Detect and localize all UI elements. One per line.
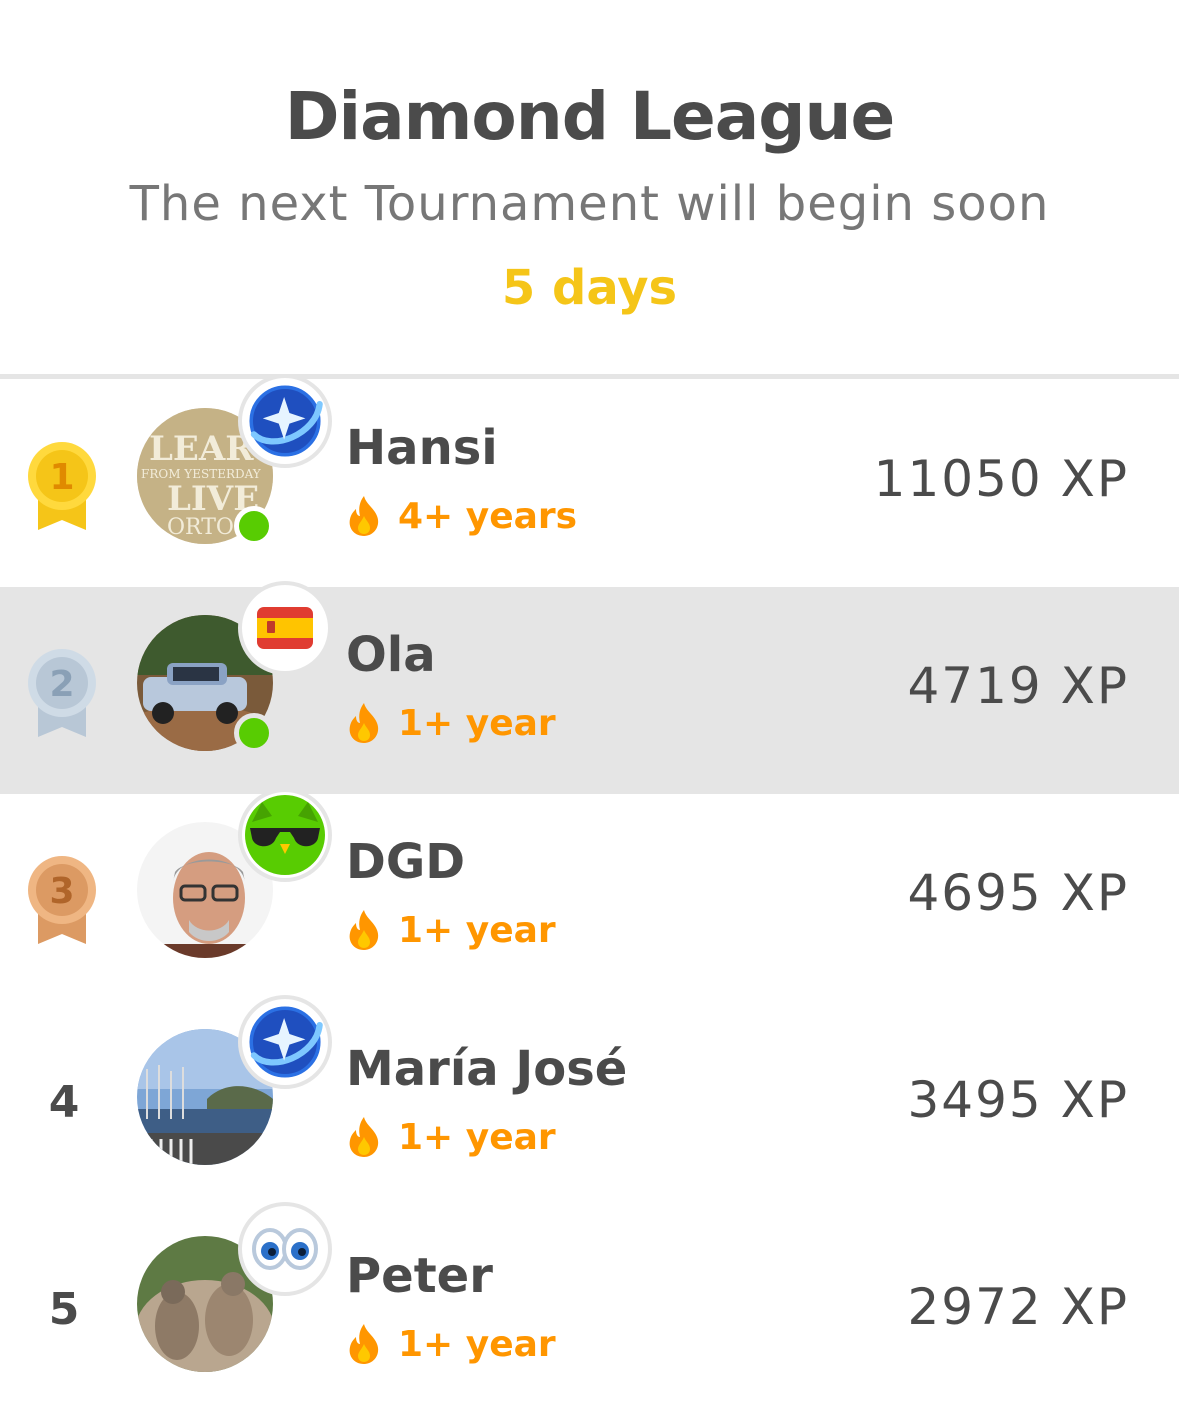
streak-label: 1+ year <box>398 909 556 951</box>
xp-value: 11050 XP <box>873 450 1129 508</box>
countdown-label: 5 days <box>501 260 678 316</box>
gold-medal-icon: 1 <box>28 442 96 530</box>
leaderboard-row-2[interactable]: 2 Ola 1+ year 4719 XP <box>0 581 1179 794</box>
streak: 4+ years <box>344 494 577 538</box>
streak-label: 4+ years <box>398 495 578 537</box>
league-header: Diamond League The next Tournament will … <box>0 0 1179 375</box>
owl-sunglasses-icon <box>238 788 332 882</box>
user-name: DGD <box>346 834 466 890</box>
flame-icon <box>344 1322 384 1366</box>
xp-value: 4719 XP <box>907 657 1129 715</box>
streak: 1+ year <box>344 1115 556 1159</box>
flame-icon <box>344 494 384 538</box>
leaderboard-row-3[interactable]: 3 DGD 1+ year 4695 XP <box>0 788 1179 1001</box>
streak: 1+ year <box>344 1322 556 1366</box>
avatar-text-line-4: ORTO <box>167 515 234 540</box>
bronze-medal-icon: 3 <box>28 856 96 944</box>
tournament-subtitle: The next Tournament will begin soon <box>129 176 1050 232</box>
rank-number: 4 <box>48 1077 80 1128</box>
rank-number: 1 <box>49 457 74 498</box>
leaderboard-row-1[interactable]: 1 LEAR FROM YESTERDAY LIVE ORTO Hansi 4+… <box>0 374 1179 587</box>
user-name: Hansi <box>346 420 498 476</box>
user-name: Ola <box>346 627 436 683</box>
online-indicator <box>234 713 274 753</box>
user-name: María José <box>346 1041 628 1097</box>
flame-icon <box>344 1115 384 1159</box>
streak: 1+ year <box>344 701 556 745</box>
xp-value: 2972 XP <box>907 1278 1129 1336</box>
online-indicator <box>234 506 274 546</box>
rank-number: 3 <box>49 871 74 912</box>
xp-value: 4695 XP <box>907 864 1129 922</box>
rank-number: 2 <box>49 664 74 705</box>
streak-label: 1+ year <box>398 1323 556 1365</box>
eyes-icon <box>238 1202 332 1296</box>
flame-icon <box>344 701 384 745</box>
flame-icon <box>344 908 384 952</box>
league-planet-icon <box>238 995 332 1089</box>
user-name: Peter <box>346 1248 493 1304</box>
streak: 1+ year <box>344 908 556 952</box>
avatar-text-line-1: LEAR <box>149 429 254 469</box>
streak-label: 1+ year <box>398 702 556 744</box>
header-divider <box>0 374 1179 379</box>
xp-value: 3495 XP <box>907 1071 1129 1129</box>
rank-number: 5 <box>48 1284 80 1335</box>
leaderboard-row-5[interactable]: 5 Peter 1+ year 2972 XP <box>0 1202 1179 1415</box>
silver-medal-icon: 2 <box>28 649 96 737</box>
streak-label: 1+ year <box>398 1116 556 1158</box>
page-title: Diamond League <box>284 78 896 155</box>
league-planet-icon <box>238 374 332 468</box>
spain-flag-icon <box>238 581 332 675</box>
leaderboard-row-4[interactable]: 4 María José 1+ year 3495 XP <box>0 995 1179 1208</box>
